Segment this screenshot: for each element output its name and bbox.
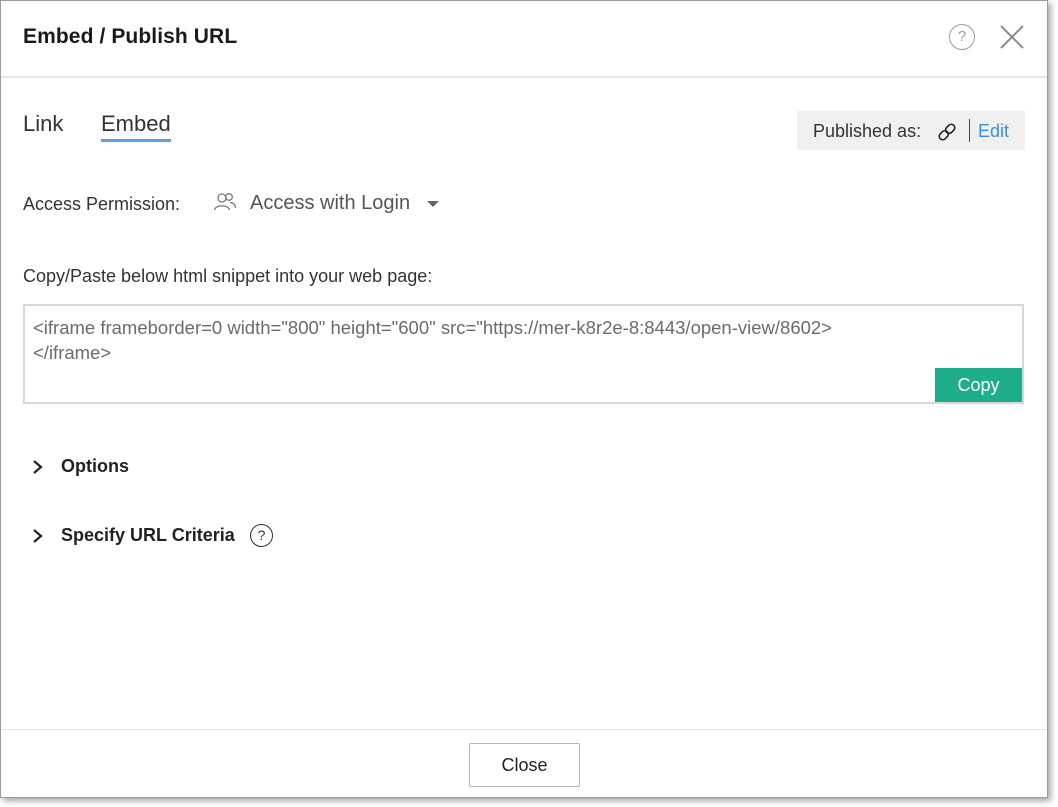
access-permission-value: Access with Login xyxy=(250,192,411,214)
link-icon xyxy=(938,123,956,141)
tab-embed[interactable]: Embed xyxy=(101,111,171,142)
divider xyxy=(969,119,970,142)
published-as-label: Published as: xyxy=(813,121,922,141)
dialog-footer: Close xyxy=(1,729,1047,798)
chevron-right-icon xyxy=(33,460,43,474)
access-permission-label: Access Permission: xyxy=(23,194,181,214)
access-permission-dropdown[interactable]: Access with Login xyxy=(213,189,453,219)
snippet-textarea[interactable]: <iframe frameborder=0 width="800" height… xyxy=(23,304,1024,404)
caret-down-icon xyxy=(427,201,439,207)
question-circle-icon[interactable]: ? xyxy=(949,24,975,50)
users-icon xyxy=(213,193,237,211)
question-circle-icon[interactable]: ? xyxy=(250,524,273,547)
tab-link[interactable]: Link xyxy=(23,111,63,137)
copy-button[interactable]: Copy xyxy=(935,368,1022,402)
embed-publish-dialog: Embed / Publish URL ? Link Embed Publish… xyxy=(0,0,1048,798)
options-label: Options xyxy=(61,456,129,476)
snippet-code: <iframe frameborder=0 width="800" height… xyxy=(33,317,832,363)
dialog-title: Embed / Publish URL xyxy=(23,25,238,48)
close-icon[interactable] xyxy=(999,24,1025,50)
published-as-box: Published as: Edit xyxy=(797,111,1025,150)
url-criteria-label: Specify URL Criteria xyxy=(61,525,235,545)
chevron-right-icon xyxy=(33,529,43,543)
snippet-instruction: Copy/Paste below html snippet into your … xyxy=(23,266,433,286)
close-button[interactable]: Close xyxy=(469,743,580,787)
edit-link[interactable]: Edit xyxy=(978,121,1009,142)
dialog-header: Embed / Publish URL ? xyxy=(1,1,1047,78)
